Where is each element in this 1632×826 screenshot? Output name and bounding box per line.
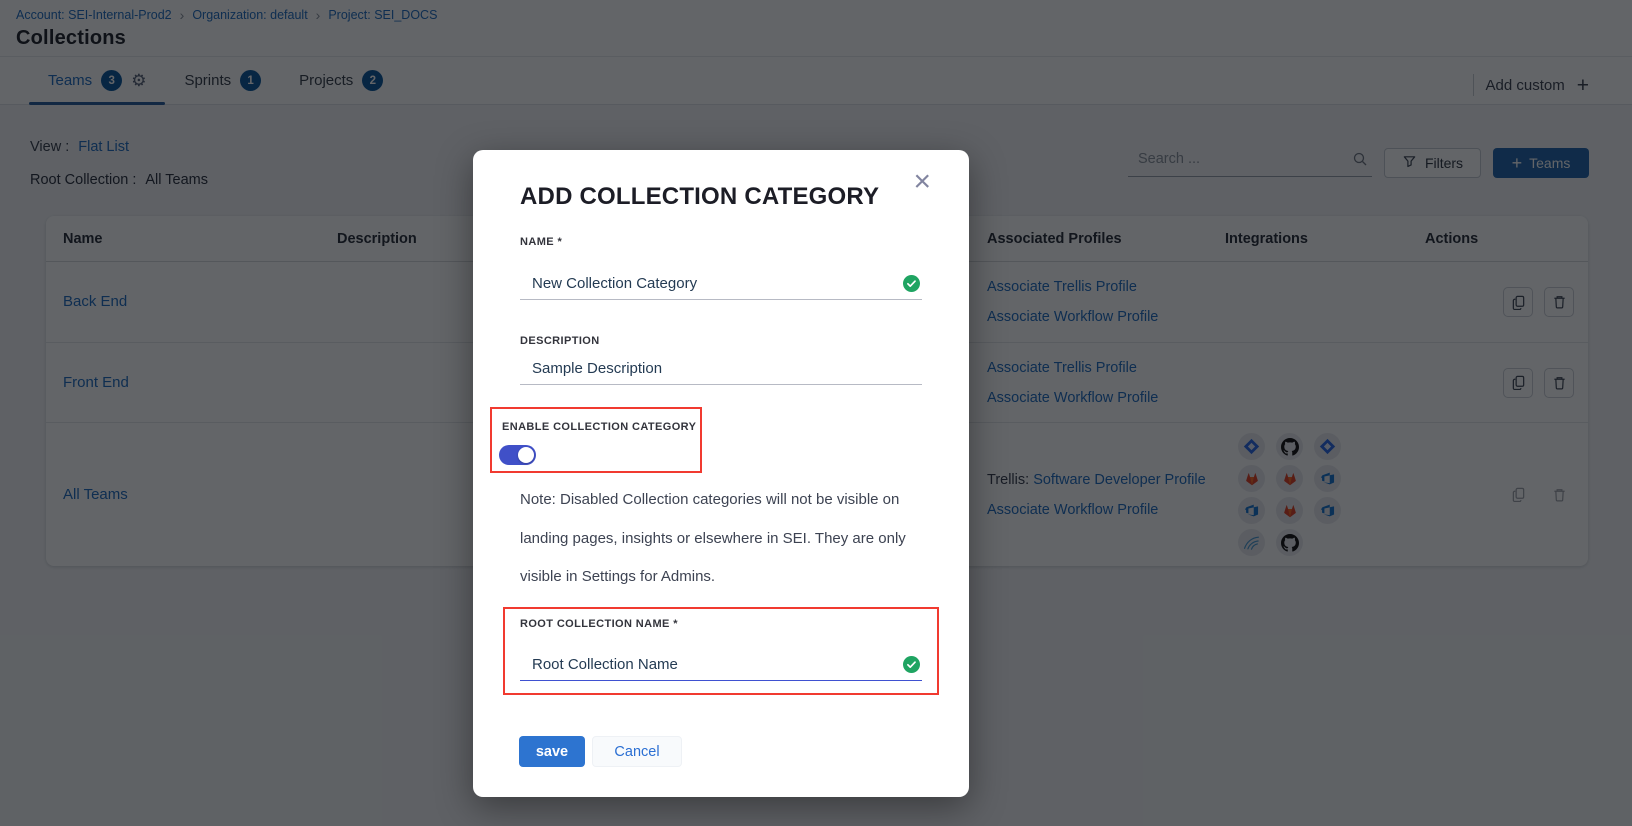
- valid-check-icon: [903, 656, 920, 673]
- toggle-knob: [518, 447, 534, 463]
- name-field-label: NAME *: [520, 236, 562, 248]
- note-line: landing pages, insights or elsewhere in …: [520, 520, 940, 559]
- description-input[interactable]: [532, 360, 920, 377]
- description-field: [520, 353, 922, 385]
- description-field-label: DESCRIPTION: [520, 335, 600, 347]
- add-collection-category-modal: ADD COLLECTION CATEGORY × NAME * DESCRIP…: [473, 150, 969, 797]
- root-name-field-label: ROOT COLLECTION NAME *: [520, 618, 678, 630]
- disabled-note-text: Note: Disabled Collection categories wil…: [520, 481, 940, 597]
- root-name-field: [520, 649, 922, 681]
- valid-check-icon: [903, 275, 920, 292]
- note-line: Note: Disabled Collection categories wil…: [520, 481, 940, 520]
- close-icon[interactable]: ×: [913, 167, 931, 197]
- name-field: [520, 268, 922, 300]
- note-line: visible in Settings for Admins.: [520, 558, 940, 597]
- modal-title: ADD COLLECTION CATEGORY: [520, 183, 879, 211]
- cancel-button[interactable]: Cancel: [592, 736, 682, 767]
- root-name-input[interactable]: [532, 656, 903, 673]
- name-input[interactable]: [532, 275, 903, 292]
- enable-field-label: ENABLE COLLECTION CATEGORY: [502, 421, 696, 433]
- modal-buttons: save Cancel: [519, 736, 682, 767]
- save-button[interactable]: save: [519, 736, 585, 767]
- enable-toggle[interactable]: [499, 445, 536, 465]
